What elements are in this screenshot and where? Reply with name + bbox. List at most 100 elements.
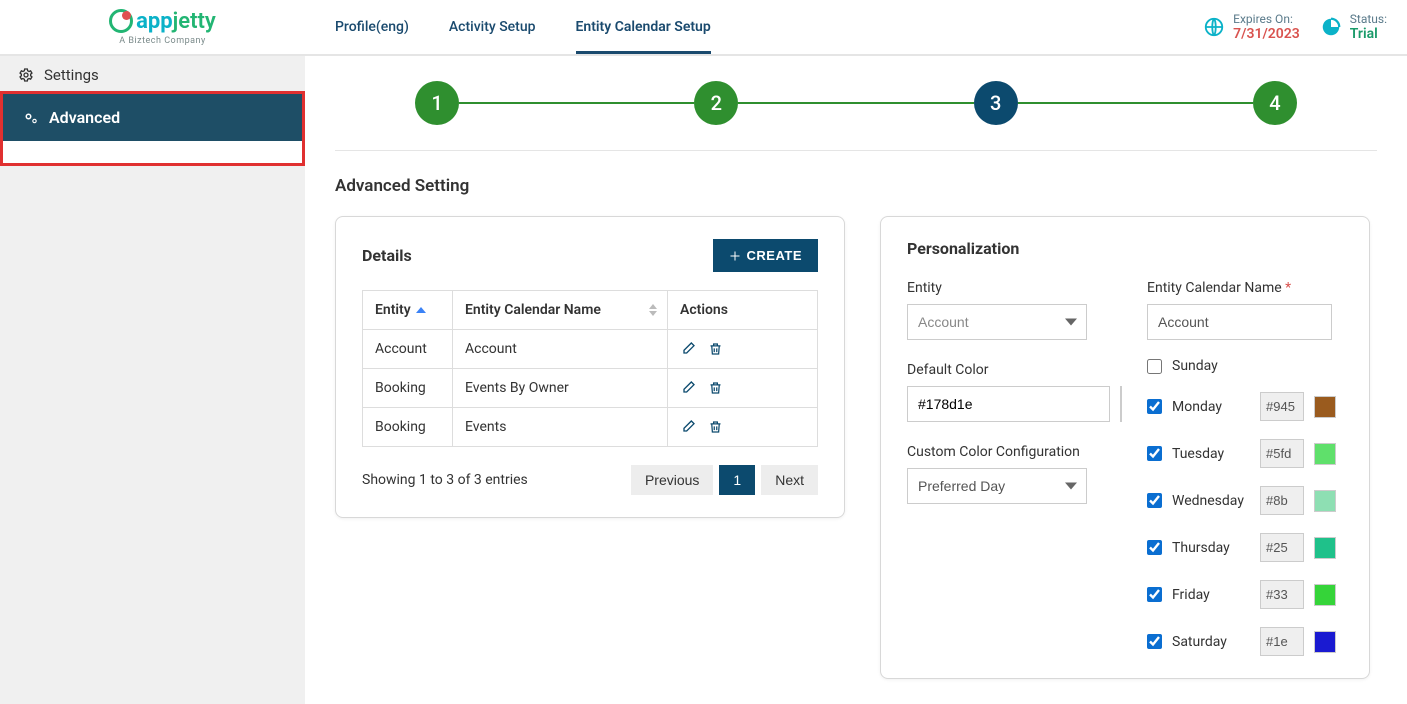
cell-entity: Account: [363, 330, 453, 369]
day-color-input[interactable]: [1260, 439, 1304, 468]
trash-icon[interactable]: [708, 419, 723, 435]
col-entity[interactable]: Entity: [363, 291, 453, 330]
day-checkbox[interactable]: [1147, 493, 1162, 508]
personalization-card: Personalization Entity Default Color: [880, 216, 1370, 679]
step-2[interactable]: 2: [694, 81, 738, 125]
day-color-input[interactable]: [1260, 486, 1304, 515]
day-row: Friday: [1147, 580, 1343, 609]
sort-icon: [649, 304, 657, 316]
day-color-input[interactable]: [1260, 533, 1304, 562]
day-label: Tuesday: [1172, 446, 1250, 462]
day-row: Sunday: [1147, 358, 1343, 374]
entity-select[interactable]: [907, 304, 1087, 340]
details-table: Entity Entity Calendar Name Actions Acco…: [362, 290, 818, 447]
sidebar-item-settings[interactable]: Settings: [0, 56, 305, 94]
create-button-label: CREATE: [747, 248, 802, 263]
step-1[interactable]: 1: [415, 81, 459, 125]
page-1-button[interactable]: 1: [719, 465, 755, 495]
custom-color-label: Custom Color Configuration: [907, 444, 1097, 460]
day-label: Monday: [1172, 399, 1250, 415]
day-row: Tuesday: [1147, 439, 1343, 468]
step-4[interactable]: 4: [1253, 81, 1297, 125]
status-icon: [1320, 16, 1342, 38]
cell-entity: Booking: [363, 408, 453, 447]
cell-name: Account: [453, 330, 668, 369]
default-color-input[interactable]: [907, 386, 1110, 422]
day-row: Monday: [1147, 392, 1343, 421]
status-label: Status:: [1350, 12, 1387, 26]
day-color-input[interactable]: [1260, 627, 1304, 656]
tab-profile[interactable]: Profile(eng): [335, 1, 409, 54]
table-row: Booking Events: [363, 408, 818, 447]
day-label: Thursday: [1172, 540, 1250, 556]
trash-icon[interactable]: [708, 341, 723, 357]
day-color-input[interactable]: [1260, 580, 1304, 609]
col-actions: Actions: [668, 291, 818, 330]
custom-color-select[interactable]: [907, 468, 1087, 504]
day-checkbox[interactable]: [1147, 359, 1162, 374]
details-card: Details CREATE Entity Entity Calendar Na…: [335, 216, 845, 518]
days-list: Sunday Monday Tuesday Wednesday Thursday…: [1147, 358, 1343, 656]
sidebar-highlight: Advanced: [0, 91, 305, 166]
edit-icon[interactable]: [680, 341, 696, 357]
day-label: Friday: [1172, 587, 1250, 603]
cell-actions: [668, 369, 818, 408]
sidebar-settings-label: Settings: [44, 66, 99, 84]
entity-calendar-name-input[interactable]: [1147, 304, 1332, 340]
chevron-down-icon: [1065, 319, 1077, 326]
day-checkbox[interactable]: [1147, 634, 1162, 649]
tab-entity-calendar-setup[interactable]: Entity Calendar Setup: [576, 1, 711, 54]
section-title: Advanced Setting: [335, 176, 1377, 196]
sidebar: Settings Advanced: [0, 56, 305, 704]
logo: appjetty A Biztech Company: [20, 9, 305, 46]
showing-text: Showing 1 to 3 of 3 entries: [362, 472, 528, 488]
cell-actions: [668, 330, 818, 369]
tab-activity-setup[interactable]: Activity Setup: [449, 1, 536, 54]
top-tabs: Profile(eng) Activity Setup Entity Calen…: [335, 1, 711, 54]
sort-asc-icon: [416, 307, 426, 313]
details-title: Details: [362, 246, 412, 265]
day-row: Wednesday: [1147, 486, 1343, 515]
edit-icon[interactable]: [680, 380, 696, 396]
day-checkbox[interactable]: [1147, 587, 1162, 602]
edit-icon[interactable]: [680, 419, 696, 435]
sidebar-advanced-label: Advanced: [49, 108, 120, 127]
day-label: Wednesday: [1172, 493, 1250, 509]
create-button[interactable]: CREATE: [713, 239, 818, 272]
stepper: 1 2 3 4: [415, 81, 1297, 125]
day-color-swatch[interactable]: [1314, 396, 1336, 418]
day-checkbox[interactable]: [1147, 399, 1162, 414]
trash-icon[interactable]: [708, 380, 723, 396]
default-color-swatch[interactable]: [1120, 386, 1122, 422]
next-button[interactable]: Next: [761, 465, 818, 495]
gears-icon: [21, 109, 39, 127]
day-label: Sunday: [1172, 358, 1343, 374]
day-color-swatch[interactable]: [1314, 490, 1336, 512]
gear-icon: [18, 67, 34, 83]
day-color-swatch[interactable]: [1314, 631, 1336, 653]
day-color-swatch[interactable]: [1314, 443, 1336, 465]
globe-icon: [1203, 16, 1225, 38]
day-row: Thursday: [1147, 533, 1343, 562]
default-color-label: Default Color: [907, 362, 1097, 378]
cell-actions: [668, 408, 818, 447]
chevron-down-icon: [1065, 483, 1077, 490]
cell-name: Events By Owner: [453, 369, 668, 408]
table-row: Booking Events By Owner: [363, 369, 818, 408]
entity-calendar-name-label: Entity Calendar Name *: [1147, 280, 1343, 296]
prev-button[interactable]: Previous: [631, 465, 713, 495]
cell-entity: Booking: [363, 369, 453, 408]
day-row: Saturday: [1147, 627, 1343, 656]
day-checkbox[interactable]: [1147, 446, 1162, 461]
step-3[interactable]: 3: [974, 81, 1018, 125]
personalization-title: Personalization: [907, 239, 1343, 258]
expires-value: 7/31/2023: [1233, 26, 1300, 42]
logo-mark-icon: [109, 9, 133, 33]
col-name[interactable]: Entity Calendar Name: [453, 291, 668, 330]
day-color-swatch[interactable]: [1314, 584, 1336, 606]
day-checkbox[interactable]: [1147, 540, 1162, 555]
day-color-input[interactable]: [1260, 392, 1304, 421]
sidebar-item-advanced[interactable]: Advanced: [3, 94, 302, 141]
day-color-swatch[interactable]: [1314, 537, 1336, 559]
expires-on: Expires On: 7/31/2023: [1203, 12, 1300, 42]
